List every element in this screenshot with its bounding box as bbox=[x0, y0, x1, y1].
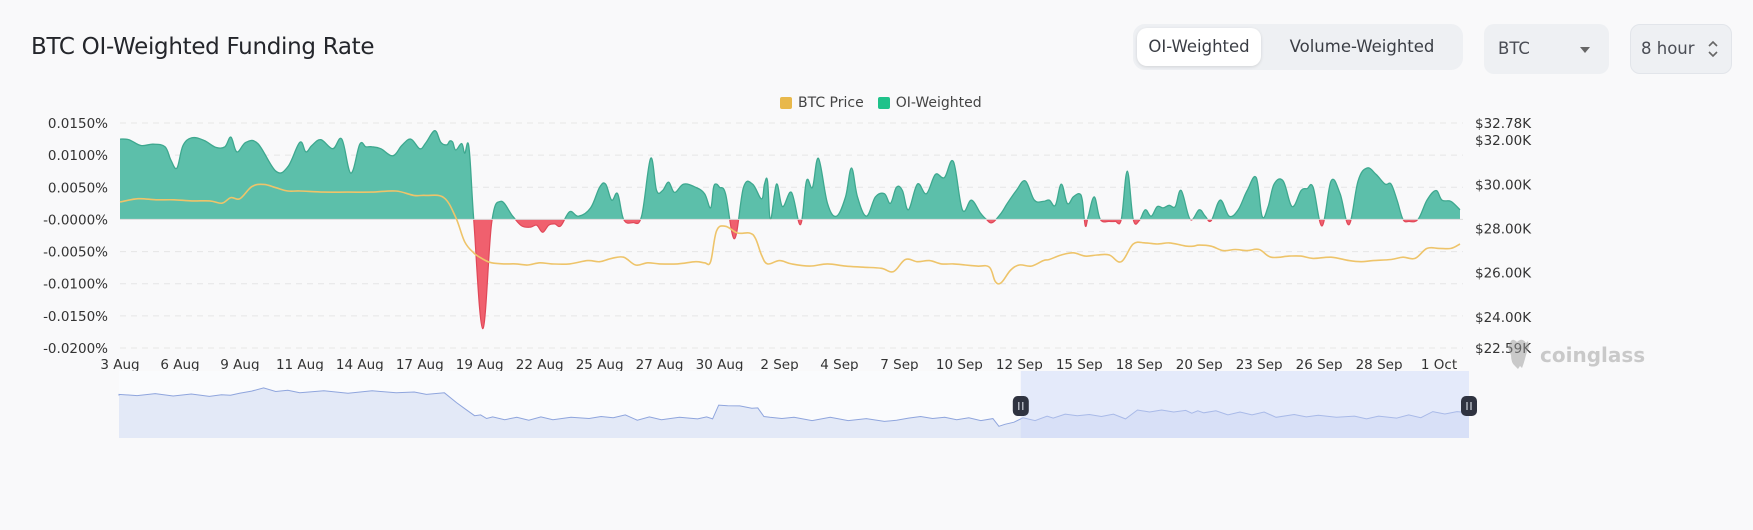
x-tick-label: 23 Sep bbox=[1236, 357, 1283, 373]
y-left-tick-label: 0.0100% bbox=[48, 148, 108, 164]
y-axis-right: $32.78K$32.00K $30.00K $28.00K $26.00K $24.0… bbox=[1475, 116, 1532, 357]
funding-positive-area bbox=[120, 130, 1460, 220]
y-right-tick-label: $32.78K bbox=[1475, 116, 1532, 132]
x-tick-label: 1 Oct bbox=[1421, 357, 1457, 373]
y-left-tick-label: 0.0150% bbox=[48, 116, 108, 132]
y-left-tick-label: -0.0150% bbox=[43, 309, 108, 325]
x-tick-label: 10 Sep bbox=[936, 357, 983, 373]
funding-area bbox=[120, 130, 1463, 330]
y-right-tick-label: $32.00K bbox=[1475, 133, 1532, 149]
navigator-handle-right[interactable] bbox=[1461, 396, 1477, 416]
x-tick-label: 6 Aug bbox=[160, 357, 199, 373]
handle-grip bbox=[1461, 396, 1477, 416]
x-tick-label: 2 Sep bbox=[760, 357, 798, 373]
x-tick-label: 27 Aug bbox=[636, 357, 684, 373]
x-tick-label: 15 Sep bbox=[1056, 357, 1103, 373]
x-tick-label: 17 Aug bbox=[396, 357, 444, 373]
x-tick-label: 22 Aug bbox=[516, 357, 564, 373]
y-left-tick-label: -0.0050% bbox=[43, 245, 108, 261]
coinglass-logo-icon bbox=[1508, 339, 1529, 369]
x-tick-label: 11 Aug bbox=[276, 357, 324, 373]
x-tick-label: 12 Sep bbox=[996, 357, 1043, 373]
navigator-handle-left[interactable] bbox=[1012, 396, 1029, 416]
y-left-tick-label: -0.0000% bbox=[43, 212, 108, 228]
y-right-tick-label: $26.00K bbox=[1475, 266, 1532, 282]
x-tick-label: 4 Sep bbox=[820, 357, 858, 373]
x-axis: 3 Aug 6 Aug 9 Aug 11 Aug 14 Aug 17 Aug 19 Aug 2… bbox=[100, 357, 1457, 373]
y-left-tick-label: 0.0050% bbox=[48, 180, 108, 196]
x-tick-label: 3 Aug bbox=[100, 357, 139, 373]
y-left-tick-label: -0.0100% bbox=[43, 277, 108, 293]
navigator bbox=[118, 371, 1477, 438]
y-right-tick-label: $30.00K bbox=[1475, 177, 1532, 193]
x-tick-label: 14 Aug bbox=[336, 357, 384, 373]
x-tick-label: 20 Sep bbox=[1176, 357, 1223, 373]
y-axis-left: 0.0150% 0.0100% 0.0050% -0.0000% -0.0050% -0.… bbox=[43, 116, 108, 357]
x-tick-label: 9 Aug bbox=[220, 357, 259, 373]
x-tick-label: 30 Aug bbox=[696, 357, 744, 373]
x-tick-label: 26 Sep bbox=[1296, 357, 1343, 373]
x-tick-label: 25 Aug bbox=[576, 357, 624, 373]
navigator-selected-range[interactable] bbox=[1020, 371, 1469, 438]
x-tick-label: 7 Sep bbox=[880, 357, 918, 373]
x-tick-label: 28 Sep bbox=[1356, 357, 1403, 373]
y-right-tick-label: $24.00K bbox=[1475, 310, 1532, 326]
y-right-tick-label: $28.00K bbox=[1475, 222, 1532, 238]
y-left-tick-label: -0.0200% bbox=[43, 341, 108, 357]
watermark-text: coinglass bbox=[1540, 343, 1645, 367]
x-tick-label: 19 Aug bbox=[456, 357, 504, 373]
handle-grip bbox=[1012, 396, 1029, 416]
funding-rate-chart: 0.0150% 0.0100% 0.0050% -0.0000% -0.0050% -0.… bbox=[43, 116, 1645, 438]
x-tick-label: 18 Sep bbox=[1116, 357, 1163, 373]
